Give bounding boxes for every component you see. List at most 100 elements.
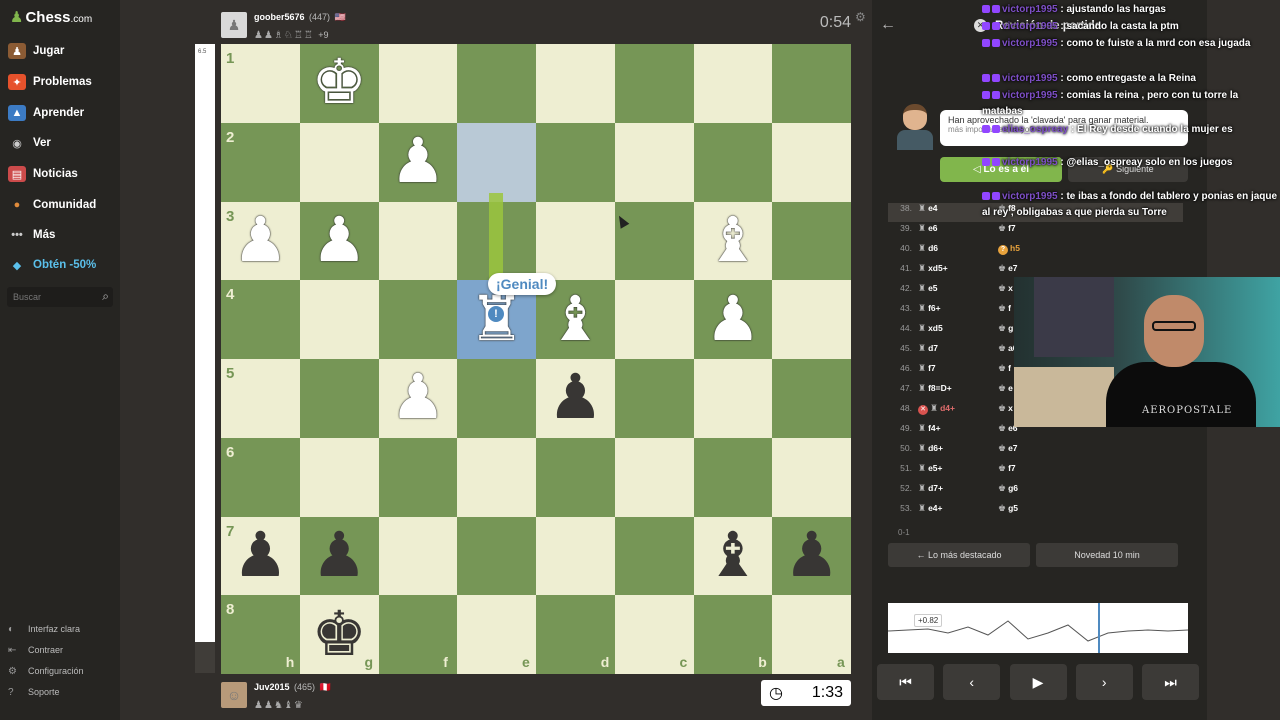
sidebar-item-ver[interactable]: ◉ Ver bbox=[8, 131, 51, 155]
board-square-a1[interactable] bbox=[772, 44, 851, 123]
evaluation-graph[interactable]: +0.82 bbox=[887, 603, 1189, 653]
board-square-b1[interactable] bbox=[693, 44, 773, 123]
board-square-e7[interactable] bbox=[457, 516, 536, 596]
board-square-c7[interactable] bbox=[614, 516, 694, 596]
chess-piece-g7[interactable]: ♟ bbox=[300, 517, 379, 596]
board-square-f6[interactable] bbox=[378, 437, 458, 517]
board-square-e6[interactable] bbox=[457, 437, 536, 517]
black-move[interactable]: ♚ x bbox=[998, 283, 1013, 294]
black-move[interactable]: ♚ x bbox=[998, 403, 1013, 414]
black-move[interactable]: ♚ g bbox=[998, 323, 1013, 334]
first-move-button[interactable]: ⏮ bbox=[877, 664, 934, 700]
sidebar-item-comunidad[interactable]: ● Comunidad bbox=[8, 193, 97, 217]
chess-piece-g3[interactable]: ♟ bbox=[300, 202, 379, 281]
avatar[interactable]: ♟ bbox=[221, 12, 247, 38]
back-arrow-icon[interactable]: ← bbox=[880, 16, 896, 34]
board-square-e1[interactable] bbox=[457, 44, 536, 123]
board-square-f1[interactable] bbox=[378, 44, 458, 123]
black-move[interactable]: ♚ g6 bbox=[998, 483, 1018, 494]
white-move[interactable]: ✕ ♜ d4+ bbox=[918, 403, 955, 415]
footer-theme[interactable]: ◐ Interfaz clara bbox=[8, 621, 80, 637]
chess-piece-f2[interactable]: ♟ bbox=[379, 123, 458, 202]
chess-piece-a7[interactable]: ♟ bbox=[772, 517, 851, 596]
board-square-c2[interactable] bbox=[614, 122, 694, 202]
chess-piece-d5[interactable]: ♟ bbox=[536, 359, 615, 438]
black-move[interactable]: ♚ f bbox=[998, 303, 1011, 314]
board-square-f7[interactable] bbox=[378, 516, 458, 596]
sidebar-item-promo[interactable]: ◆ Obtén -50% bbox=[8, 253, 97, 277]
prev-move-button[interactable]: ‹ bbox=[943, 664, 1001, 700]
chess-piece-b3[interactable]: ♝ bbox=[694, 202, 773, 281]
chess-piece-b7[interactable]: ♝ bbox=[694, 517, 773, 596]
black-move[interactable]: ♚ g5 bbox=[998, 503, 1018, 514]
last-move-button[interactable]: ⏭ bbox=[1142, 664, 1199, 700]
move-row[interactable]: 39. ♜ e6 ♚ f7 bbox=[888, 223, 1183, 242]
white-move[interactable]: ♜ d6+ bbox=[918, 443, 943, 454]
avatar[interactable]: ☺ bbox=[221, 682, 247, 708]
footer-support[interactable]: ? Soporte bbox=[8, 684, 60, 700]
white-move[interactable]: ♜ e5 bbox=[918, 283, 938, 294]
white-move[interactable]: ♜ e4 bbox=[918, 203, 938, 214]
board-square-f4[interactable] bbox=[378, 280, 458, 359]
board-square-d7[interactable] bbox=[536, 516, 615, 596]
black-move[interactable]: ♚ e7 bbox=[998, 443, 1018, 454]
chess-piece-g1[interactable]: ♚ bbox=[300, 44, 379, 123]
board-square-e5[interactable] bbox=[457, 359, 536, 438]
move-row[interactable]: 51. ♜ e5+ ♚ f7 bbox=[888, 463, 1183, 482]
sidebar-item-jugar[interactable]: ♟ Jugar bbox=[8, 39, 64, 63]
chess-piece-b4[interactable]: ♟ bbox=[694, 280, 773, 359]
next-move-button[interactable]: › bbox=[1075, 664, 1133, 700]
move-row[interactable]: 53. ♜ e4+ ♚ g5 bbox=[888, 503, 1183, 522]
move-row[interactable]: 40. ♜ d6? h5 bbox=[888, 243, 1183, 262]
board-square-d6[interactable] bbox=[536, 437, 615, 517]
board-square-g6[interactable] bbox=[299, 437, 379, 517]
play-button[interactable]: ▶ bbox=[1009, 664, 1067, 700]
white-move[interactable]: ♜ d7 bbox=[918, 343, 938, 354]
board-square-c3[interactable] bbox=[614, 201, 694, 281]
board-square-b5[interactable] bbox=[693, 359, 773, 438]
sidebar-item-problemas[interactable]: ✦ Problemas bbox=[8, 70, 92, 94]
black-move[interactable]: ♚ e bbox=[998, 383, 1013, 394]
white-move[interactable]: ♜ f4+ bbox=[918, 423, 941, 434]
white-move[interactable]: ♜ xd5+ bbox=[918, 263, 948, 274]
white-move[interactable]: ♜ f7 bbox=[918, 363, 936, 374]
board-square-f3[interactable] bbox=[378, 201, 458, 281]
board-square-g5[interactable] bbox=[299, 359, 379, 438]
search-icon[interactable]: ⌕ bbox=[102, 289, 109, 304]
sidebar-item-noticias[interactable]: ▤ Noticias bbox=[8, 162, 78, 186]
footer-collapse[interactable]: ⇤ Contraer bbox=[8, 642, 63, 658]
new-game-button[interactable]: Novedad 10 min bbox=[1036, 543, 1178, 567]
search-input[interactable]: Buscar ⌕ bbox=[7, 287, 113, 307]
move-row[interactable]: 52. ♜ d7+ ♚ g6 bbox=[888, 483, 1183, 502]
board-square-b6[interactable] bbox=[693, 437, 773, 517]
board-square-a5[interactable] bbox=[772, 359, 851, 438]
top-player-name[interactable]: goober5676 bbox=[254, 12, 305, 22]
highlights-button[interactable]: ← Lo más destacado bbox=[888, 543, 1030, 567]
footer-settings[interactable]: ⚙ Configuración bbox=[8, 663, 84, 679]
black-move[interactable]: ♚ f7 bbox=[998, 223, 1016, 234]
chess-piece-f5[interactable]: ♟ bbox=[379, 359, 458, 438]
sidebar-item-aprender[interactable]: ▲ Aprender bbox=[8, 101, 84, 125]
board-square-b2[interactable] bbox=[693, 122, 773, 202]
black-move[interactable]: ♚ f bbox=[998, 363, 1011, 374]
board-square-c5[interactable] bbox=[614, 359, 694, 438]
black-move[interactable]: ♚ e7 bbox=[998, 263, 1018, 274]
board-square-c4[interactable] bbox=[614, 280, 694, 359]
board-square-g2[interactable] bbox=[299, 122, 379, 202]
chess-piece-g8[interactable]: ♚ bbox=[300, 595, 379, 674]
board-square-d2[interactable] bbox=[536, 122, 615, 202]
black-move[interactable]: ? h5 bbox=[998, 243, 1020, 255]
board-square-g4[interactable] bbox=[299, 280, 379, 359]
board-square-c6[interactable] bbox=[614, 437, 694, 517]
white-move[interactable]: ♜ d6 bbox=[918, 243, 938, 254]
gear-icon[interactable]: ⚙ bbox=[855, 10, 866, 24]
bottom-player-name[interactable]: Juv2015 bbox=[254, 682, 290, 692]
white-move[interactable]: ♜ e6 bbox=[918, 223, 938, 234]
black-move[interactable]: ♚ f7 bbox=[998, 463, 1016, 474]
board-square-d1[interactable] bbox=[536, 44, 615, 123]
white-move[interactable]: ♜ e5+ bbox=[918, 463, 943, 474]
white-move[interactable]: ♜ d7+ bbox=[918, 483, 943, 494]
white-move[interactable]: ♜ e4+ bbox=[918, 503, 943, 514]
chess-board[interactable]: 12345678hgfedcba♚♟♟♟♝♜♝♟♟♟♟♟♝♟♚ bbox=[221, 44, 851, 674]
move-row[interactable]: 50. ♜ d6+ ♚ e7 bbox=[888, 443, 1183, 462]
